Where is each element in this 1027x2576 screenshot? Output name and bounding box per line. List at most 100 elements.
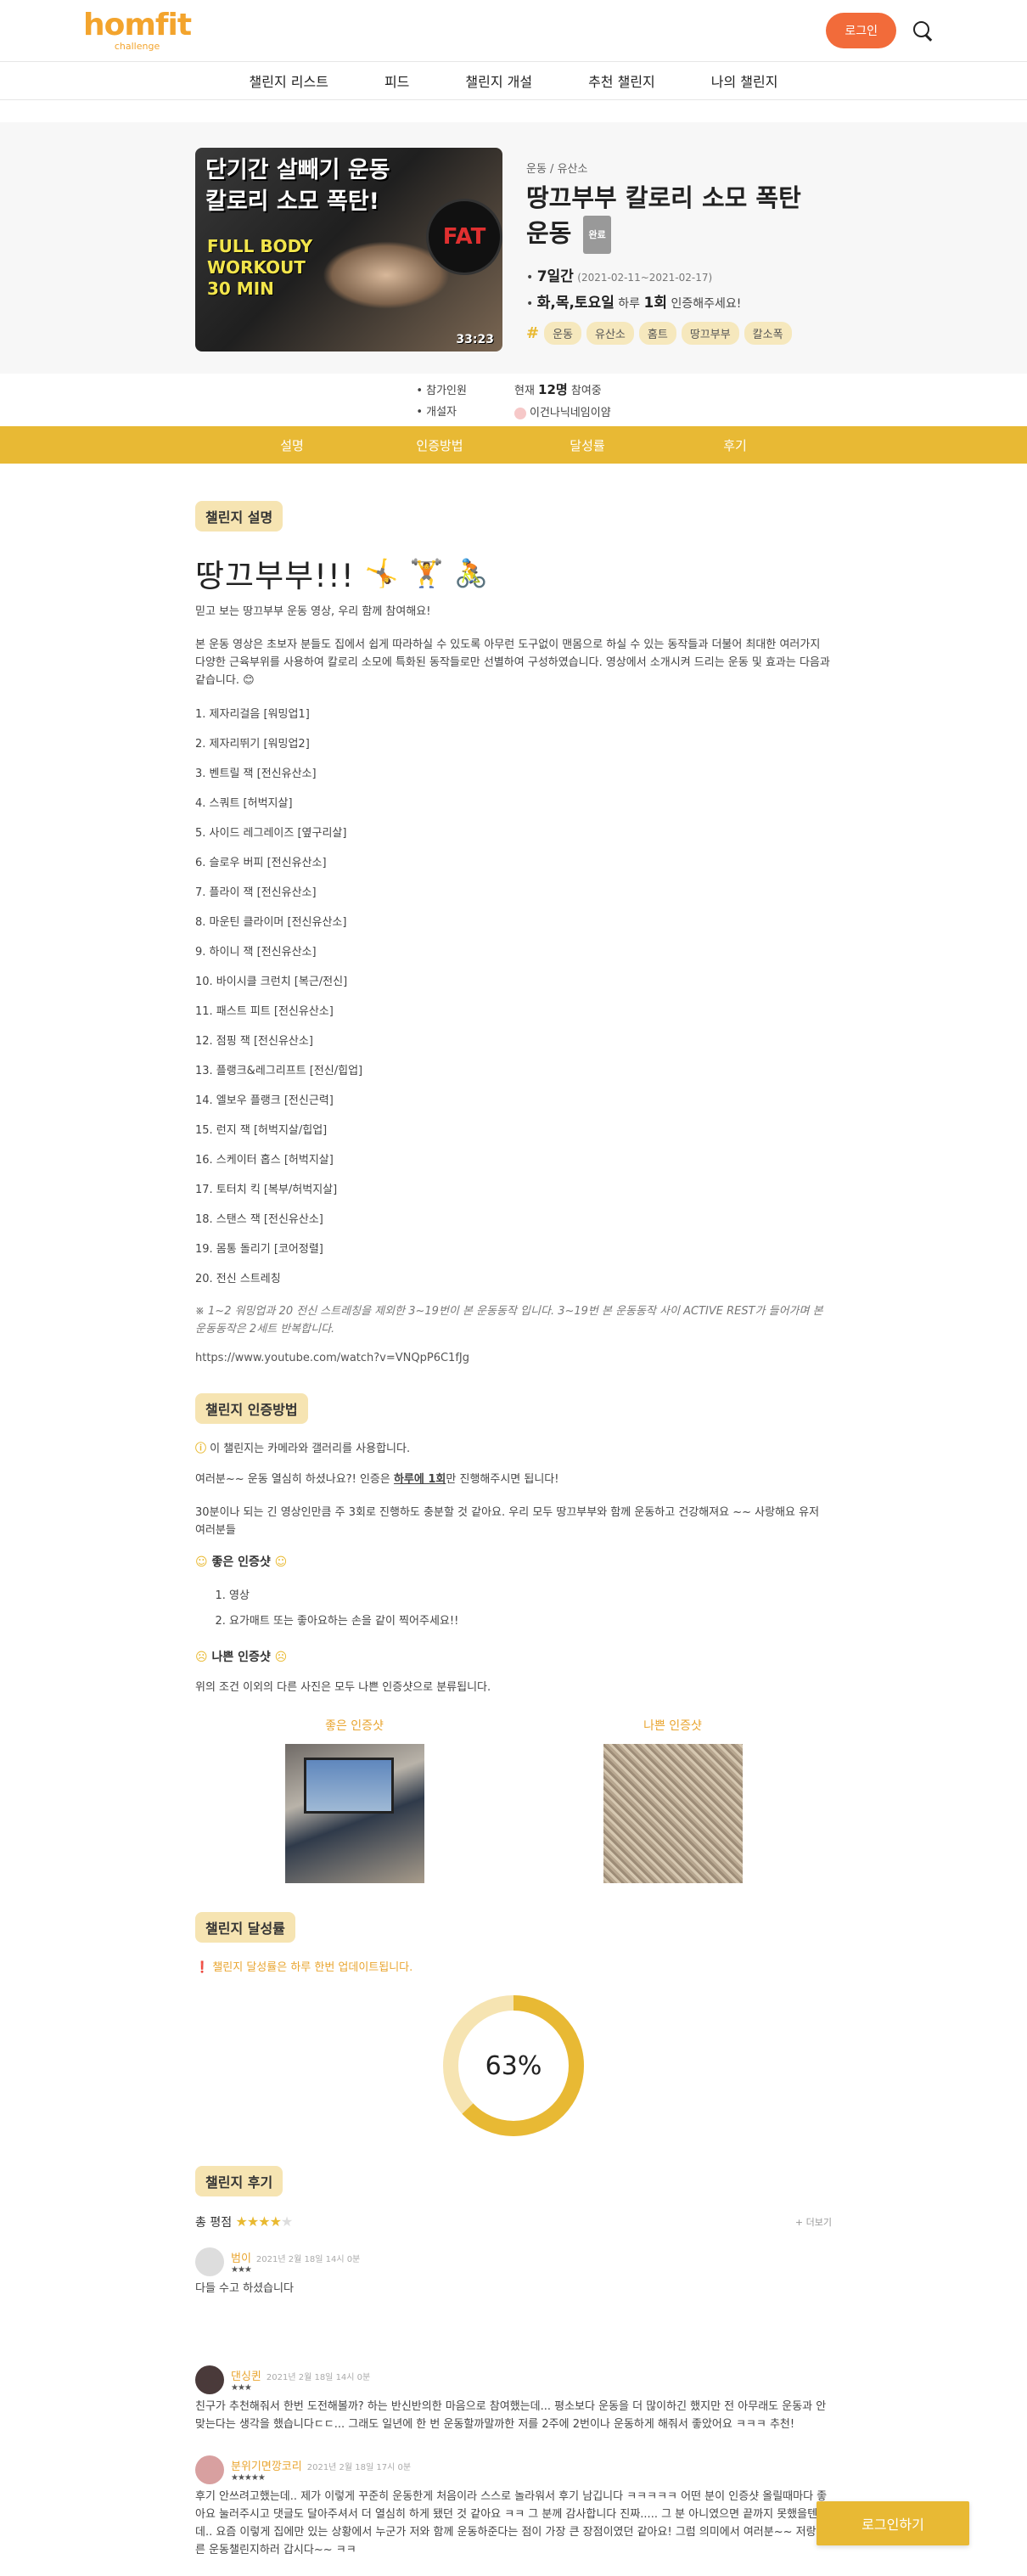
exercise-item: 7. 플라이 잭 [전신유산소] bbox=[195, 886, 317, 899]
exercise-item: 11. 패스트 피트 [전신유산소] bbox=[195, 1005, 334, 1018]
tab-reviews[interactable]: 후기 bbox=[661, 436, 809, 454]
achievement-donut: 63% bbox=[442, 1994, 585, 2137]
nav-challenge-list[interactable]: 챌린지 리스트 bbox=[250, 70, 328, 91]
section-badge: 챌린지 후기 bbox=[195, 2166, 283, 2196]
challenge-thumbnail[interactable]: 단기간 살빼기 운동 칼로리 소모 폭탄! FULL BODY WORKOUT … bbox=[195, 148, 502, 352]
search-icon[interactable] bbox=[912, 20, 934, 42]
bad-proof: 나쁜 인증샷 bbox=[603, 1717, 743, 1883]
exercise-item: 3. 벤트릴 잭 [전신유산소] bbox=[195, 768, 317, 780]
bad-proof-heading: ☹ 나쁜 인증샷 ☹ bbox=[195, 1651, 288, 1664]
review-stars: ★★★★★ bbox=[231, 2473, 266, 2483]
bad-proof-photo[interactable] bbox=[603, 1744, 743, 1883]
verification-paragraph: 30분이나 되는 긴 영상인만큼 주 3회로 진행하도 충분할 것 같아요. 우… bbox=[195, 1506, 820, 1537]
description-intro: 믿고 보는 땅끄부부 운동 영상, 우리 함께 참여해요! bbox=[195, 605, 431, 618]
tag[interactable]: 칼소폭 bbox=[744, 322, 792, 345]
exercise-item: 14. 엘보우 플랭크 [전신근력] bbox=[195, 1094, 334, 1107]
logo[interactable]: homfit challenge bbox=[83, 8, 192, 52]
floating-login-button[interactable]: 로그인하기 bbox=[817, 2501, 969, 2545]
bad-proof-desc: 위의 조건 이외의 다른 사진은 모두 나쁜 인증샷으로 분류됩니다. bbox=[195, 1681, 491, 1694]
breadcrumb: 운동 / 유산소 bbox=[526, 163, 588, 176]
achievement-section: 챌린지 달성률 ❗ 챌린지 달성률은 하루 한번 업데이트됩니다. 63% bbox=[195, 1912, 832, 2137]
hashtag-icon: # bbox=[526, 324, 540, 342]
exercise-item: 19. 몸통 돌리기 [코어정렬] bbox=[195, 1243, 323, 1256]
tab-description[interactable]: 설명 bbox=[218, 436, 366, 454]
sad-icon: ☹ bbox=[274, 1651, 288, 1664]
video-link[interactable]: https://www.youtube.com/watch?v=VNQpP6C1… bbox=[195, 1352, 832, 1364]
main-content: 챌린지 설명 땅끄부부!!! 🤸 🏋 🚴 믿고 보는 땅끄부부 운동 영상, 우… bbox=[195, 464, 832, 2559]
verification-intro: 여러분~~ 운동 열심히 하셨나요?! 인증은 하루에 1회만 진행해주시면 됩… bbox=[195, 1473, 559, 1486]
tag[interactable]: 홈트 bbox=[638, 322, 676, 345]
weightlifting-icon: 🏋 bbox=[409, 557, 445, 589]
more-reviews-link[interactable]: + 더보기 bbox=[795, 2215, 832, 2229]
logo-wordmark: homfit bbox=[83, 8, 192, 42]
description-title: 땅끄부부!!! 🤸 🏋 🚴 bbox=[195, 557, 490, 594]
participants-value: 현재 12명 참여중 bbox=[514, 382, 602, 397]
exercise-item: 17. 토터치 킥 [복부/허벅지살] bbox=[195, 1184, 338, 1196]
top-bar: homfit challenge 로그인 bbox=[0, 0, 1027, 61]
tag[interactable]: 운동 bbox=[544, 322, 582, 345]
good-proof-photo[interactable] bbox=[284, 1744, 424, 1883]
rating-stars: ★★★★★ bbox=[235, 2213, 294, 2230]
section-badge: 챌린지 달성률 bbox=[195, 1912, 295, 1943]
exercise-list: 1. 제자리걸음 [워밍업1] 2. 제자리뛰기 [워밍업2] 3. 벤트릴 잭 [… bbox=[195, 700, 832, 1294]
participants-label: 참가인원 bbox=[416, 381, 467, 397]
review-date: 2021년 2월 18일 14시 0분 bbox=[266, 2373, 371, 2382]
review-author[interactable]: 분위기면깡코리 bbox=[231, 2461, 302, 2473]
review-author[interactable]: 댄싱퀸 bbox=[231, 2371, 261, 2383]
list-item: 영상 bbox=[229, 1583, 832, 1609]
bomb-icon: FAT bbox=[426, 199, 502, 275]
exercise-item: 9. 하이니 잭 [전신유산소] bbox=[195, 946, 317, 959]
review-date: 2021년 2월 18일 17시 0분 bbox=[306, 2463, 412, 2472]
description-paragraph: 본 운동 영상은 초보자 분들도 집에서 쉽게 따라하실 수 있도록 아무런 도… bbox=[195, 638, 830, 687]
proof-examples: 좋은 인증샷 나쁜 인증샷 bbox=[195, 1717, 832, 1883]
review-body: 후기 안쓰려고했는데.. 제가 이렇게 꾸준히 운동한게 처음이라 스스로 놀라… bbox=[195, 2490, 830, 2556]
good-proof-label: 좋은 인증샷 bbox=[325, 1719, 384, 1733]
review-author[interactable]: 범이 bbox=[231, 2253, 251, 2265]
tag[interactable]: 땅끄부부 bbox=[681, 322, 739, 345]
review-item: 범이 2021년 2월 18일 14시 0분 ★★★ 다들 수고 하셨습니다 bbox=[195, 2247, 832, 2298]
exercise-item: 10. 바이시클 크런치 [복근/전신] bbox=[195, 976, 348, 988]
bicycle-icon: 🚴 bbox=[454, 557, 490, 589]
section-badge: 챌린지 인증방법 bbox=[195, 1393, 308, 1424]
creator-value[interactable]: 이건나닉네임이얌 bbox=[514, 403, 611, 419]
exercise-item: 13. 플랭크&레그리프트 [전신/힙업] bbox=[195, 1065, 363, 1077]
logo-subtitle: challenge bbox=[114, 41, 160, 52]
challenge-title: 땅끄부부 칼로리 소모 폭탄 운동 완료 bbox=[526, 181, 832, 254]
challenge-stats: 참가인원 개설자 현재 12명 참여중 이건나닉네임이얌 bbox=[0, 374, 1027, 426]
good-proof: 좋은 인증샷 bbox=[284, 1717, 424, 1883]
avatar bbox=[195, 2247, 224, 2276]
tab-verification[interactable]: 인증방법 bbox=[366, 436, 514, 454]
nav-my-challenges[interactable]: 나의 챌린지 bbox=[711, 70, 778, 91]
exercise-item: 5. 사이드 레그레이즈 [옆구리살] bbox=[195, 827, 347, 840]
exercise-item: 12. 점핑 잭 [전신유산소] bbox=[195, 1035, 313, 1048]
exercise-item: 20. 전신 스트레칭 bbox=[195, 1273, 281, 1285]
challenge-frequency: • 화,목,토요일 하루 1회 인증해주세요! bbox=[526, 295, 742, 312]
sad-icon: ☹ bbox=[195, 1651, 208, 1664]
avatar bbox=[514, 407, 526, 419]
smile-icon: ☺ bbox=[274, 1555, 288, 1569]
review-item: 댄싱퀸 2021년 2월 18일 14시 0분 ★★★ 친구가 추천해줘서 한번 … bbox=[195, 2365, 832, 2433]
login-button[interactable]: 로그인 bbox=[826, 13, 896, 48]
exercise-item: 6. 슬로우 버피 [전신유산소] bbox=[195, 857, 327, 869]
description-section: 챌린지 설명 땅끄부부!!! 🤸 🏋 🚴 믿고 보는 땅끄부부 운동 영상, 우… bbox=[195, 501, 832, 1364]
exercise-item: 18. 스탠스 잭 [전신유산소] bbox=[195, 1213, 323, 1226]
nav-feed[interactable]: 피드 bbox=[384, 70, 409, 91]
review-score: 총 평점 ★★★★★ + 더보기 bbox=[195, 2213, 832, 2230]
challenge-period: • 7일간 (2021-02-11~2021-02-17) bbox=[526, 268, 713, 285]
nav-recommended[interactable]: 추천 챌린지 bbox=[588, 70, 655, 91]
section-tabs: 설명 인증방법 달성률 후기 bbox=[0, 426, 1027, 464]
review-stars: ★★★ bbox=[231, 2265, 252, 2275]
info-icon: ⓘ bbox=[195, 1443, 207, 1455]
bad-proof-label: 나쁜 인증샷 bbox=[643, 1719, 702, 1733]
section-badge: 챌린지 설명 bbox=[195, 501, 283, 532]
review-body: 친구가 추천해줘서 한번 도전해볼까? 하는 반신반의한 마음으로 참여했는데.… bbox=[195, 2400, 827, 2431]
tag[interactable]: 유산소 bbox=[586, 322, 634, 345]
challenge-info: 운동 / 유산소 땅끄부부 칼로리 소모 폭탄 운동 완료 • 7일간 (202… bbox=[526, 148, 832, 352]
review-stars: ★★★ bbox=[231, 2383, 252, 2393]
tab-achievement[interactable]: 달성률 bbox=[514, 436, 661, 454]
nav-open-challenge[interactable]: 챌린지 개설 bbox=[465, 70, 532, 91]
exercise-item: 16. 스케이터 홉스 [허벅지살] bbox=[195, 1154, 334, 1167]
creator-label: 개설자 bbox=[416, 402, 467, 419]
good-proof-list: 영상 요가매트 또는 좋아요하는 손을 같이 찍어주세요!! bbox=[229, 1583, 832, 1634]
exercise-item: 8. 마운틴 클라이머 [전신유산소] bbox=[195, 916, 347, 929]
